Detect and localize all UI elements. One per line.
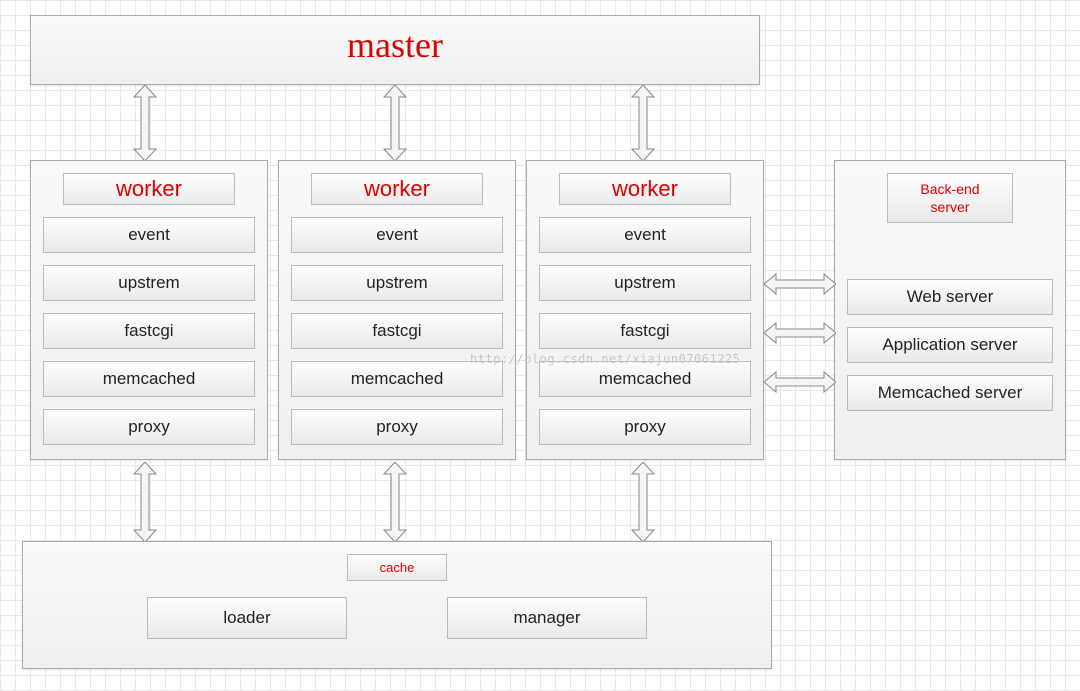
worker-2-module-event: event [291,217,503,253]
worker-3-module-fastcgi: fastcgi [539,313,751,349]
worker-3-module-event: event [539,217,751,253]
arrow-fastcgi-appserver [764,320,836,346]
cache-module-manager: manager [447,597,647,639]
arrow-worker-1-cache [130,462,160,542]
worker-1-module-event: event [43,217,255,253]
backend-module-memcached: Memcached server [847,375,1053,411]
worker-title-1: worker [63,173,235,205]
arrow-worker-3-cache [628,462,658,542]
worker-3-module-proxy: proxy [539,409,751,445]
cache-box: cache loader manager [22,541,772,669]
backend-title: Back-end server [887,173,1013,223]
arrow-worker-2-cache [380,462,410,542]
cache-title: cache [347,554,447,581]
worker-2-module-memcached: memcached [291,361,503,397]
cache-module-loader: loader [147,597,347,639]
worker-1-module-proxy: proxy [43,409,255,445]
worker-3-module-memcached: memcached [539,361,751,397]
worker-box-3: worker event upstrem fastcgi memcached p… [526,160,764,460]
master-label: master [347,24,443,66]
arrow-upstream-webserver [764,271,836,297]
backend-module-web: Web server [847,279,1053,315]
watermark-text: http://blog.csdn.net/xiajun07061225 [470,352,740,366]
worker-2-module-proxy: proxy [291,409,503,445]
worker-box-1: worker event upstrem fastcgi memcached p… [30,160,268,460]
worker-1-module-upstream: upstrem [43,265,255,301]
worker-title-3: worker [559,173,731,205]
arrow-memcached-memcachedserver [764,369,836,395]
worker-3-module-upstream: upstrem [539,265,751,301]
worker-1-module-fastcgi: fastcgi [43,313,255,349]
backend-module-app: Application server [847,327,1053,363]
worker-2-module-fastcgi: fastcgi [291,313,503,349]
worker-2-module-upstream: upstrem [291,265,503,301]
backend-box: Back-end server Web server Application s… [834,160,1066,460]
worker-1-module-memcached: memcached [43,361,255,397]
arrow-master-worker-2 [380,85,410,161]
worker-box-2: worker event upstrem fastcgi memcached p… [278,160,516,460]
worker-title-2: worker [311,173,483,205]
arrow-master-worker-3 [628,85,658,161]
master-box: master [30,15,760,85]
arrow-master-worker-1 [130,85,160,161]
